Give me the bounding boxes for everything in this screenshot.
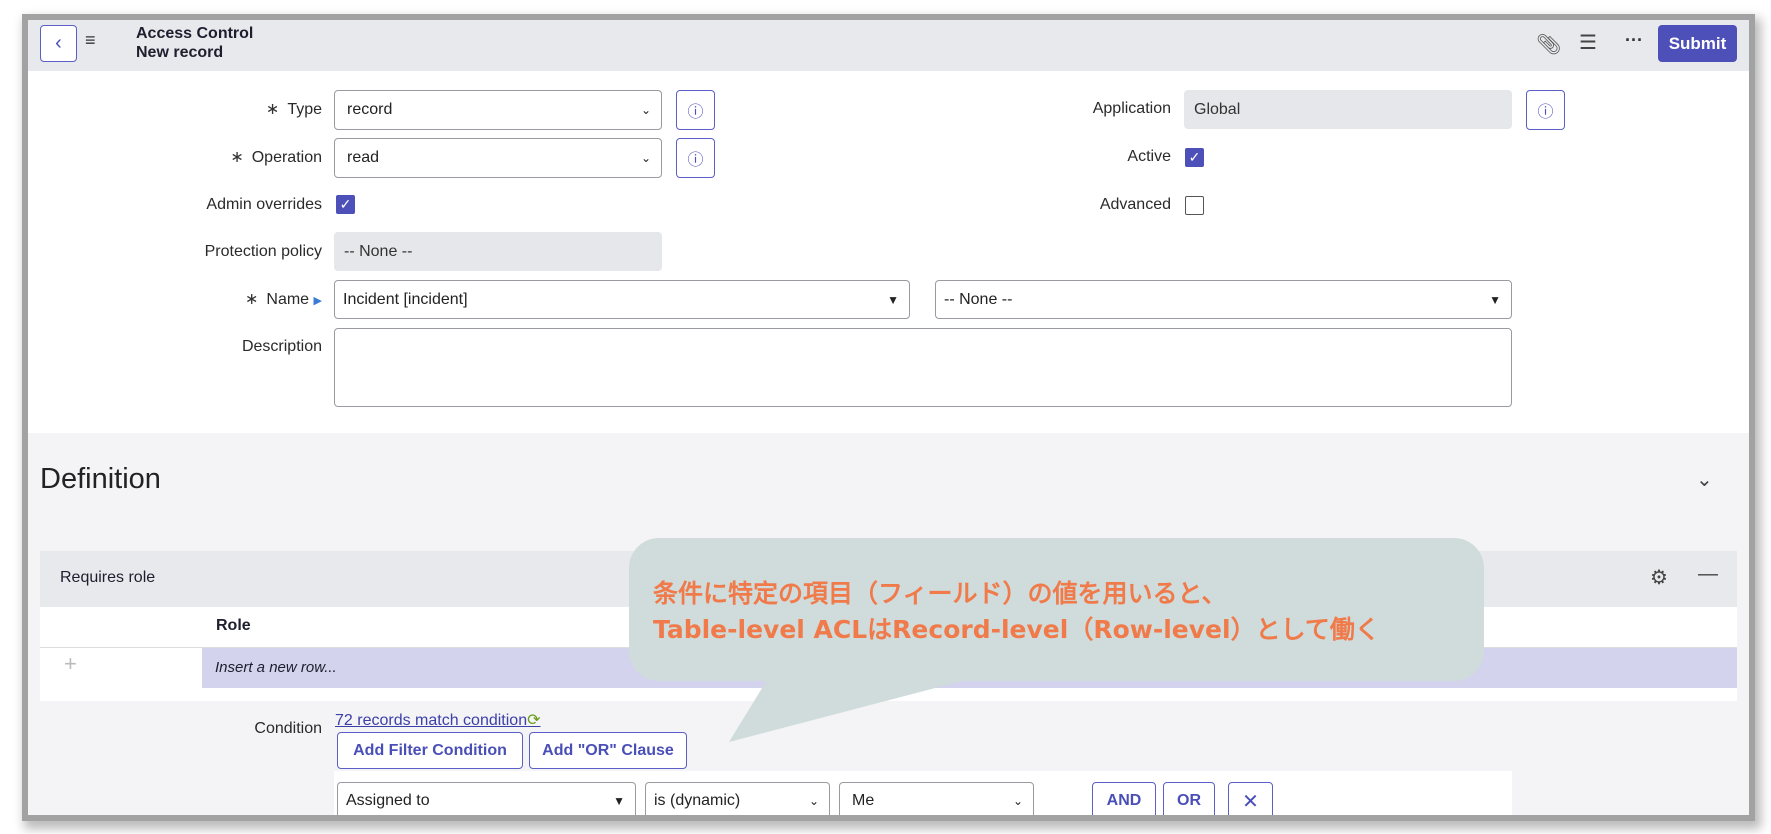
callout-line-2: Table-level ACLはRecord-level（Row-level）と… [653,615,1380,644]
callout-tail [729,675,985,742]
callout-line-1: 条件に特定の項目（フィールド）の値を用いると、 [653,579,1227,608]
callout-bubble [629,538,1484,742]
